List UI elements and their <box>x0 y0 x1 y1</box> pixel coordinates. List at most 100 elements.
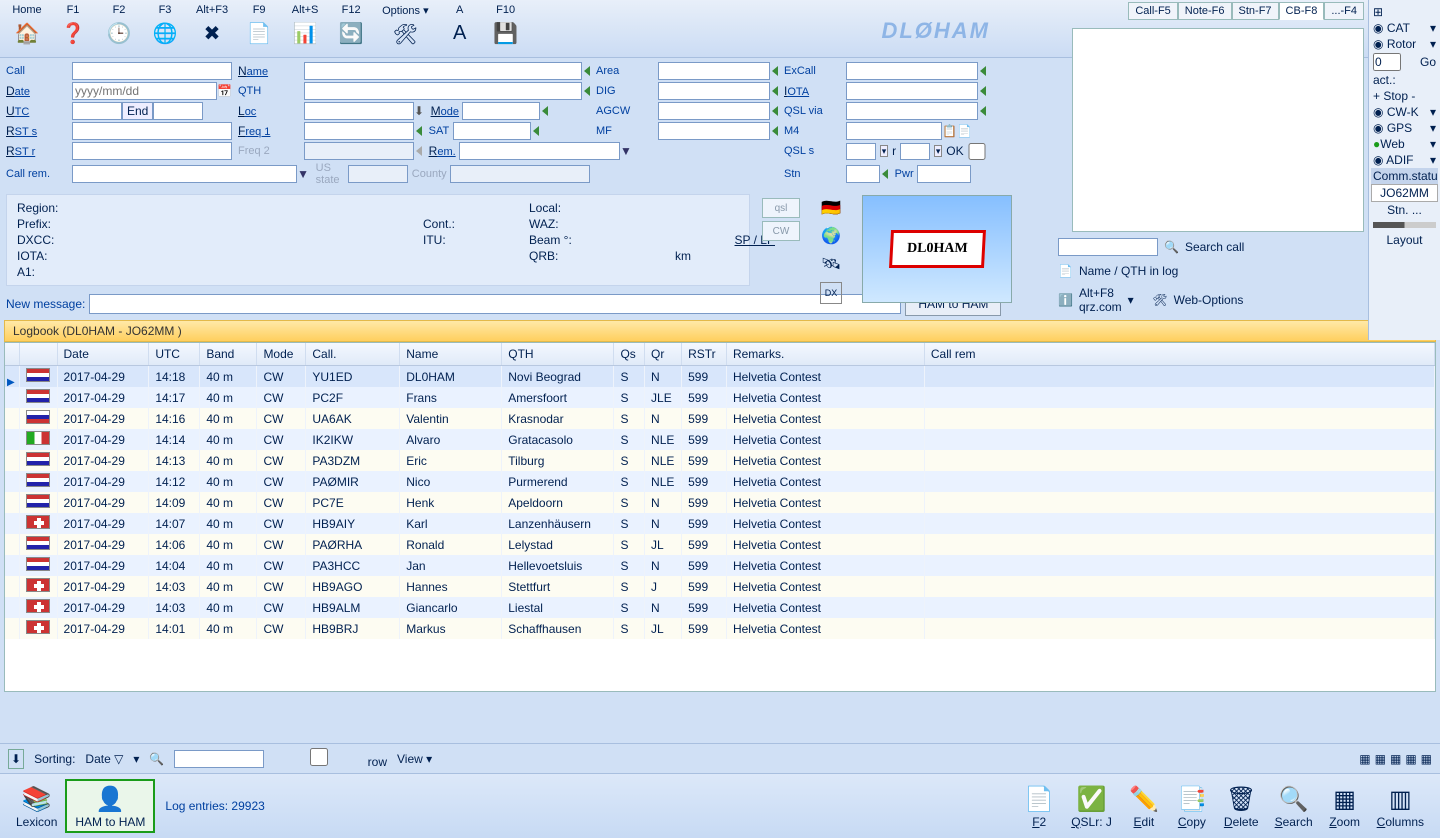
area-input[interactable] <box>658 62 770 80</box>
agcw-input[interactable] <box>658 102 770 120</box>
expand-icon[interactable] <box>772 86 778 96</box>
expand-icon[interactable] <box>542 106 548 116</box>
excall-input[interactable] <box>846 62 978 80</box>
qsl-button[interactable]: qsl <box>762 198 800 218</box>
bottom-edit-button[interactable]: ✏️Edit <box>1120 781 1168 831</box>
view-dropdown[interactable]: View ▾ <box>397 752 432 766</box>
col-header[interactable]: Call. <box>306 343 400 366</box>
export-icon[interactable]: ⬇ <box>8 749 24 769</box>
notes-panel[interactable] <box>1072 28 1364 232</box>
qslr-input[interactable] <box>900 143 930 160</box>
callrem-input[interactable] <box>72 165 297 183</box>
tab-stn-f7[interactable]: Stn-F7 <box>1232 2 1279 20</box>
toolbar-a[interactable]: AA <box>437 2 483 51</box>
sort-search-input[interactable] <box>174 750 264 768</box>
col-header[interactable]: Call rem <box>924 343 1434 366</box>
toolbar-home[interactable]: Home🏠 <box>4 2 50 51</box>
table-row[interactable]: 2017-04-2914:1340 mCWPA3DZMEricTilburgSN… <box>5 450 1435 471</box>
mode-input[interactable] <box>462 102 540 120</box>
col-header[interactable]: QTH <box>502 343 614 366</box>
lexicon-button[interactable]: 📚Lexicon <box>8 781 65 831</box>
bottom-columns-button[interactable]: ▥Columns <box>1369 781 1432 831</box>
grid-icon[interactable]: ▦ <box>1375 752 1386 766</box>
dig-input[interactable] <box>658 82 770 100</box>
rsts-input[interactable] <box>72 122 232 140</box>
col-header[interactable]: Band <box>200 343 257 366</box>
tools-icon[interactable]: 🛠 <box>1152 293 1167 307</box>
go-button[interactable]: Go <box>1420 55 1436 69</box>
splp-link[interactable]: SP / LP <box>675 233 775 247</box>
col-header[interactable]: Qs <box>614 343 645 366</box>
bottom-delete-button[interactable]: 🗑Delete <box>1216 781 1267 831</box>
col-header[interactable]: UTC <box>149 343 200 366</box>
toolbar-f1[interactable]: F1❓ <box>50 2 96 51</box>
usstate-input[interactable] <box>348 165 408 183</box>
col-header[interactable]: Date <box>57 343 149 366</box>
toolbar-f12[interactable]: F12🔄 <box>328 2 374 51</box>
county-input[interactable] <box>450 165 590 183</box>
expand-icon[interactable] <box>980 66 986 76</box>
date-input[interactable] <box>72 82 217 100</box>
toolbar-f2[interactable]: F2🕒 <box>96 2 142 51</box>
logbook-table[interactable]: DateUTCBandModeCall.NameQTHQsQrRSTrRemar… <box>4 342 1436 692</box>
qth-input[interactable] <box>304 82 582 100</box>
table-row[interactable]: 2017-04-2914:0340 mCWHB9ALMGiancarloLies… <box>5 597 1435 618</box>
table-row[interactable]: 2017-04-2914:0140 mCWHB9BRJMarkusSchaffh… <box>5 618 1435 639</box>
col-header[interactable]: Name <box>400 343 502 366</box>
newmsg-input[interactable] <box>89 294 901 314</box>
bottom-qslrj-button[interactable]: ✅QSLr: J <box>1063 781 1120 831</box>
col-header[interactable]: Remarks. <box>726 343 924 366</box>
tab-cb-f8[interactable]: CB-F8 <box>1279 2 1325 20</box>
col-header[interactable] <box>5 343 19 366</box>
table-row[interactable]: ▶2017-04-2914:1840 mCWYU1EDDL0HAMNovi Be… <box>5 366 1435 388</box>
table-row[interactable]: 2017-04-2914:0940 mCWPC7EHenkApeldoornSN… <box>5 492 1435 513</box>
col-header[interactable]: Qr <box>645 343 682 366</box>
sat-input[interactable] <box>453 122 531 140</box>
doc-icon[interactable]: 📋 <box>942 124 957 138</box>
sort-date-dropdown[interactable]: Date ▽ <box>85 752 123 766</box>
iota-input[interactable] <box>846 82 978 100</box>
web-options-link[interactable]: Web-Options <box>1174 293 1244 307</box>
flag-de-icon[interactable]: 🇩🇪 <box>820 198 842 220</box>
satellite-icon[interactable]: 🛰 <box>820 254 842 276</box>
table-row[interactable]: 2017-04-2914:1640 mCWUA6AKValentinKrasno… <box>5 408 1435 429</box>
grid-icon[interactable]: ▦ <box>1390 752 1401 766</box>
col-header[interactable]: Mode <box>257 343 306 366</box>
col-header[interactable]: RSTr <box>682 343 727 366</box>
call-input[interactable] <box>72 62 232 80</box>
cw-button[interactable]: CW <box>762 221 800 241</box>
pwr-input[interactable] <box>917 165 971 183</box>
expand-icon[interactable] <box>584 66 590 76</box>
freq2-input[interactable] <box>304 142 414 160</box>
table-row[interactable]: 2017-04-2914:1740 mCWPC2FFransAmersfoort… <box>5 387 1435 408</box>
bottom-f2-button[interactable]: 📄F2 <box>1015 781 1063 831</box>
m4-input[interactable] <box>846 122 942 140</box>
tab-...-f4[interactable]: ...-F4 <box>1324 2 1364 20</box>
table-row[interactable]: 2017-04-2914:1240 mCWPAØMIRNicoPurmerend… <box>5 471 1435 492</box>
expand-icon[interactable] <box>533 126 539 136</box>
toolbar-f9[interactable]: F9📄 <box>236 2 282 51</box>
table-row[interactable]: 2017-04-2914:1440 mCWIK2IKWAlvaroGrataca… <box>5 429 1435 450</box>
qslvia-input[interactable] <box>846 102 978 120</box>
table-row[interactable]: 2017-04-2914:0440 mCWPA3HCCJanHellevoets… <box>5 555 1435 576</box>
rem-input[interactable] <box>459 142 620 160</box>
mf-input[interactable] <box>658 122 770 140</box>
rstr-input[interactable] <box>72 142 232 160</box>
expand-icon[interactable] <box>772 66 778 76</box>
search-icon[interactable]: 🔍 <box>149 752 164 766</box>
col-header[interactable] <box>19 343 57 366</box>
loc-input[interactable] <box>304 102 414 120</box>
ok-checkbox[interactable] <box>968 143 986 160</box>
expand-icon[interactable] <box>772 106 778 116</box>
utc-input[interactable] <box>72 102 122 120</box>
toolbar-f3[interactable]: F3🌐 <box>142 2 188 51</box>
grid-icon[interactable]: ▦ <box>1421 752 1432 766</box>
toolbar-f10[interactable]: F10💾 <box>483 2 529 51</box>
table-row[interactable]: 2017-04-2914:0740 mCWHB9AIYKarlLanzenhäu… <box>5 513 1435 534</box>
search-call-input[interactable] <box>1058 238 1158 256</box>
tab-note-f6[interactable]: Note-F6 <box>1178 2 1232 20</box>
grid-icon[interactable]: ▦ <box>1405 752 1416 766</box>
calendar-icon[interactable]: 📅 <box>217 84 232 98</box>
toolbar-alt+f3[interactable]: Alt+F3✖ <box>188 2 236 51</box>
info-icon[interactable]: ℹ️ <box>1058 293 1073 307</box>
